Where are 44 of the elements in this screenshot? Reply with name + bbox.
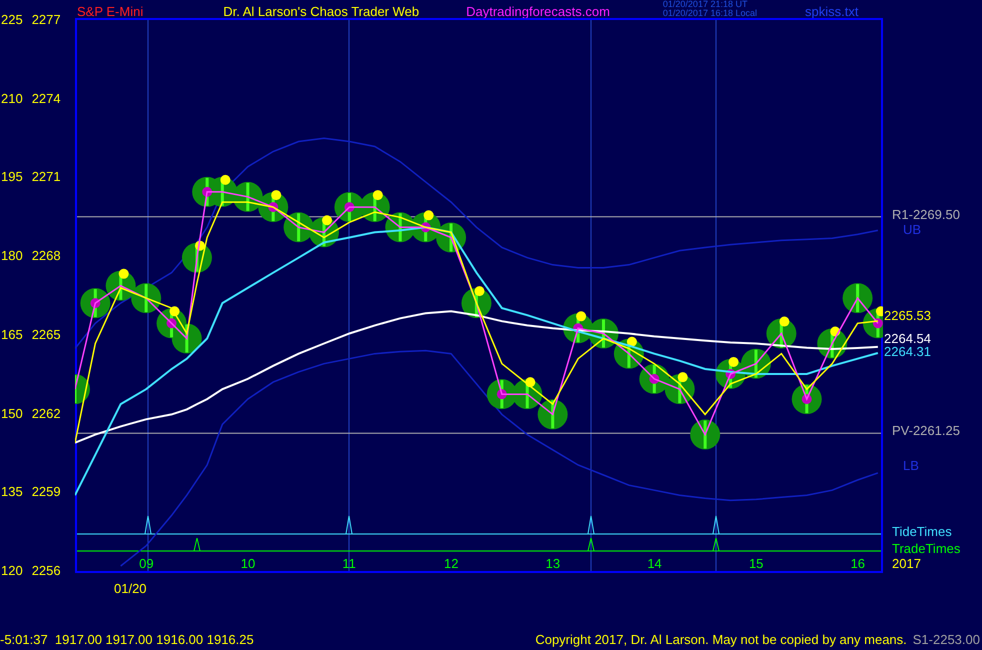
price-readout: -5:01:37 1917.00 1917.00 1916.00 1916.25 <box>0 632 254 648</box>
chart-title: Dr. Al Larson's Chaos Trader Web <box>223 4 420 20</box>
level-label: TradeTimes <box>892 543 960 556</box>
axis-label: 2271 <box>32 169 61 186</box>
level-label: UB <box>903 224 922 236</box>
axis-label: 180 <box>1 248 23 264</box>
axis-label: 2259 <box>32 484 61 500</box>
level-label: R1-2269.50 <box>892 208 960 221</box>
axis-label: 2277 <box>32 12 61 28</box>
level-label: PV-2261.25 <box>892 425 960 438</box>
hour-label: 12 <box>444 556 459 571</box>
hour-label: 16 <box>850 556 866 571</box>
support-level: S1-2253.00 <box>912 632 980 648</box>
year-label: 2017 <box>892 556 921 572</box>
site-link[interactable]: Daytradingforecasts.com <box>466 4 610 20</box>
date-label: 01/20 <box>114 581 147 596</box>
hour-label: 11 <box>342 556 356 571</box>
level-label: 2264.54 <box>884 333 931 345</box>
timestamp: 01/20/2017 16:18 Local <box>662 9 757 18</box>
level-label: 2264.31 <box>884 346 931 358</box>
axis-label: 165 <box>1 326 23 343</box>
axis-label: 2265 <box>32 326 61 343</box>
axis-label: 2256 <box>32 563 61 579</box>
axis-label: 120 <box>1 563 23 579</box>
hour-label: 15 <box>748 556 764 571</box>
level-label: TideTimes <box>892 526 952 538</box>
hour-label: 09 <box>139 556 154 571</box>
axis-label: 210 <box>1 90 23 107</box>
level-label: 2265.53 <box>884 310 931 322</box>
axis-label: 2262 <box>32 406 61 422</box>
axis-label: 195 <box>1 169 23 186</box>
hour-label: 10 <box>240 556 256 571</box>
axis-label: 2274 <box>32 90 61 107</box>
symbol-title: S&P E-Mini <box>77 4 144 20</box>
hour-label: 13 <box>546 556 560 571</box>
hour-label: 14 <box>647 556 662 571</box>
file-name: spkiss.txt <box>805 4 858 20</box>
axis-label: 225 <box>1 12 23 28</box>
level-label: LB <box>903 460 919 472</box>
timestamp: 01/20/2017 21:18 UT <box>662 0 748 9</box>
axis-label: 150 <box>1 406 23 422</box>
copyright-text: Copyright 2017, Dr. Al Larson. May not be copied by any means. <box>535 632 907 648</box>
axis-label: 2268 <box>32 248 61 264</box>
axis-label: 135 <box>1 484 23 500</box>
